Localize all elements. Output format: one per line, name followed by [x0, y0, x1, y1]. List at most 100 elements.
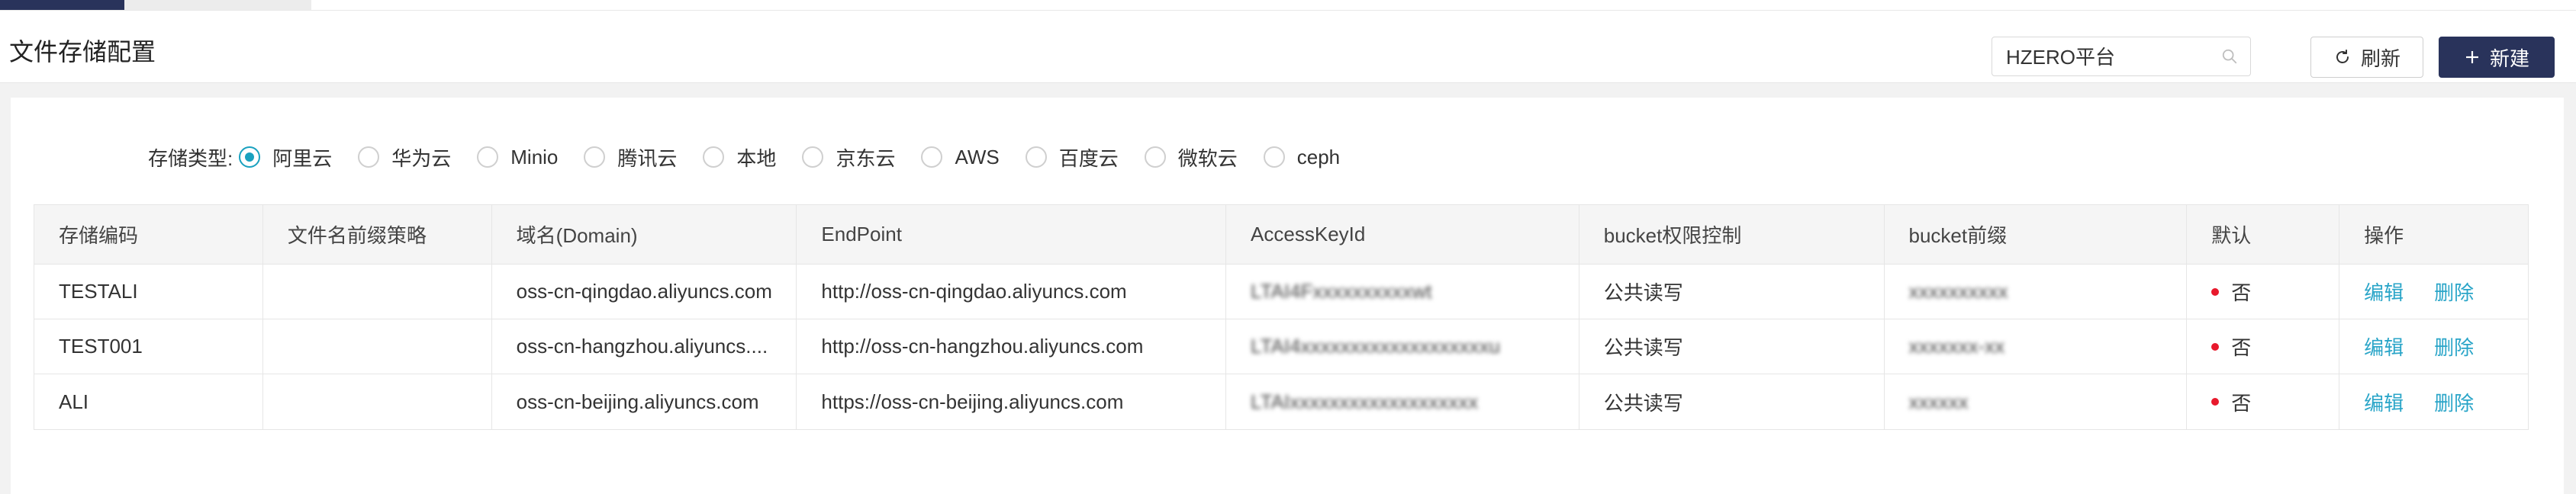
- radio-option-azure[interactable]: 微软云: [1144, 143, 1238, 172]
- radio-circle[interactable]: [703, 146, 725, 168]
- cell-prefix-strategy: [263, 319, 492, 374]
- radio-circle[interactable]: [1144, 146, 1166, 168]
- storage-config-table: 存储编码 文件名前缀策略 域名(Domain) EndPoint AccessK…: [34, 204, 2529, 430]
- column-header: 域名(Domain): [492, 205, 797, 264]
- radio-option-baidu[interactable]: 百度云: [1025, 143, 1119, 172]
- radio-option-label: AWS: [955, 145, 1000, 168]
- bucket-prefix-value: xxxxxxxxxx: [1908, 280, 2008, 303]
- radio-option-minio[interactable]: Minio: [477, 146, 558, 169]
- page-header: 文件存储配置 刷新 新建: [0, 11, 2576, 83]
- radio-option-label: 本地: [736, 146, 777, 170]
- page-title: 文件存储配置: [9, 38, 156, 66]
- radio-option-label: ceph: [1296, 145, 1341, 168]
- radio-option-label: 微软云: [1177, 146, 1238, 170]
- edit-link[interactable]: 编辑: [2364, 332, 2404, 361]
- new-button[interactable]: 新建: [2439, 37, 2555, 78]
- radio-option-label: 腾讯云: [617, 146, 678, 170]
- refresh-icon: [2336, 50, 2349, 63]
- access-key-value: LTAI4Fxxxxxxxxxxwt: [1251, 280, 1432, 303]
- radio-option-huawei[interactable]: 华为云: [358, 143, 451, 172]
- cell-bucket-prefix: xxxxxxx-xx: [1885, 319, 2188, 374]
- cell-default: 否: [2187, 265, 2340, 319]
- column-header: bucket权限控制: [1579, 205, 1885, 264]
- tab-strip: [0, 0, 2576, 11]
- radio-option-aws[interactable]: AWS: [921, 145, 1000, 169]
- cell-code: TEST001: [34, 319, 263, 374]
- content-card: 存储类型: 阿里云 华为云 Minio 腾讯云 本地 京东云 AWS 百度云 微…: [11, 98, 2564, 494]
- status-dot: [2211, 398, 2220, 406]
- column-header: 存储编码: [34, 205, 263, 264]
- column-header: 文件名前缀策略: [263, 205, 492, 264]
- column-header: 操作: [2364, 224, 2404, 247]
- cell-bucket-prefix: xxxxxx: [1885, 374, 2188, 429]
- radio-option-jd[interactable]: 京东云: [802, 143, 895, 172]
- cell-domain: oss-cn-hangzhou.aliyuncs....: [492, 319, 797, 374]
- cell-domain: oss-cn-qingdao.aliyuncs.com: [492, 265, 797, 319]
- access-key-value: LTAIxxxxxxxxxxxxxxxxxxx: [1251, 390, 1479, 413]
- cell-permission: 公共读写: [1579, 319, 1885, 374]
- column-header: AccessKeyId: [1226, 205, 1579, 264]
- cell-prefix-strategy: [263, 265, 492, 319]
- radio-circle[interactable]: [802, 146, 824, 168]
- column-header: 默认: [2187, 205, 2340, 264]
- cell-endpoint: http://oss-cn-qingdao.aliyuncs.com: [797, 265, 1227, 319]
- radio-option-label: 百度云: [1058, 146, 1119, 170]
- radio-circle[interactable]: [584, 146, 606, 168]
- tab-inactive[interactable]: [124, 0, 311, 10]
- cell-endpoint: http://oss-cn-hangzhou.aliyuncs.com: [797, 319, 1227, 374]
- table-row: TESTALI oss-cn-qingdao.aliyuncs.com http…: [34, 265, 2528, 319]
- cell-access-key: LTAIxxxxxxxxxxxxxxxxxxx: [1226, 374, 1579, 429]
- new-label: 新建: [2489, 47, 2529, 70]
- cell-access-key: LTAI4xxxxxxxxxxxxxxxxxxxu: [1226, 319, 1579, 374]
- plus-icon: [2465, 51, 2478, 63]
- default-value: 否: [2231, 391, 2252, 415]
- radio-circle[interactable]: [1025, 146, 1047, 168]
- radio-option-aliyun[interactable]: 阿里云: [239, 143, 332, 172]
- search-box[interactable]: [1992, 37, 2251, 76]
- storage-type-label: 存储类型:: [148, 146, 233, 170]
- cell-default: 否: [2187, 319, 2340, 374]
- cell-bucket-prefix: xxxxxxxxxx: [1885, 265, 2188, 319]
- delete-link[interactable]: 删除: [2434, 277, 2474, 306]
- radio-option-local[interactable]: 本地: [703, 143, 776, 172]
- radio-option-tencent[interactable]: 腾讯云: [584, 143, 677, 172]
- radio-option-ceph[interactable]: ceph: [1263, 145, 1341, 169]
- column-header: EndPoint: [797, 205, 1227, 264]
- delete-link[interactable]: 删除: [2434, 332, 2474, 361]
- delete-link[interactable]: 删除: [2434, 388, 2474, 416]
- edit-link[interactable]: 编辑: [2364, 388, 2404, 416]
- column-header: bucket前缀: [1885, 205, 2188, 264]
- radio-circle[interactable]: [477, 146, 499, 168]
- cell-code: TESTALI: [34, 265, 263, 319]
- cell-access-key: LTAI4Fxxxxxxxxxxwt: [1226, 265, 1579, 319]
- radio-circle[interactable]: [358, 146, 380, 168]
- radio-circle[interactable]: [239, 146, 261, 168]
- cell-default: 否: [2187, 374, 2340, 429]
- cell-actions: 编辑 删除: [2339, 265, 2528, 319]
- refresh-button[interactable]: 刷新: [2310, 37, 2423, 78]
- cell-actions: 编辑 删除: [2339, 374, 2528, 429]
- storage-type-radio-group: 存储类型: 阿里云 华为云 Minio 腾讯云 本地 京东云 AWS 百度云 微…: [148, 142, 1366, 172]
- radio-option-label: 阿里云: [272, 146, 333, 170]
- radio-option-label: Minio: [510, 145, 559, 168]
- table-row: ALI oss-cn-beijing.aliyuncs.com https://…: [34, 374, 2528, 429]
- status-dot: [2211, 287, 2220, 296]
- cell-permission: 公共读写: [1579, 265, 1885, 319]
- edit-link[interactable]: 编辑: [2364, 277, 2404, 306]
- tab-active[interactable]: [0, 0, 124, 10]
- cell-permission: 公共读写: [1579, 374, 1885, 429]
- table-row: TEST001 oss-cn-hangzhou.aliyuncs.... htt…: [34, 319, 2528, 374]
- search-input[interactable]: [1992, 37, 2212, 74]
- refresh-label: 刷新: [2360, 47, 2401, 70]
- bucket-prefix-value: xxxxxx: [1908, 390, 1969, 413]
- radio-option-label: 京东云: [836, 146, 896, 170]
- radio-circle[interactable]: [921, 146, 943, 168]
- search-icon[interactable]: [2221, 48, 2238, 65]
- cell-actions: 编辑 删除: [2339, 319, 2528, 374]
- status-dot: [2211, 342, 2220, 351]
- access-key-value: LTAI4xxxxxxxxxxxxxxxxxxxu: [1251, 335, 1501, 358]
- table-header-row: 存储编码 文件名前缀策略 域名(Domain) EndPoint AccessK…: [34, 205, 2528, 265]
- default-value: 否: [2231, 336, 2252, 359]
- radio-circle[interactable]: [1263, 146, 1285, 168]
- cell-code: ALI: [34, 374, 263, 429]
